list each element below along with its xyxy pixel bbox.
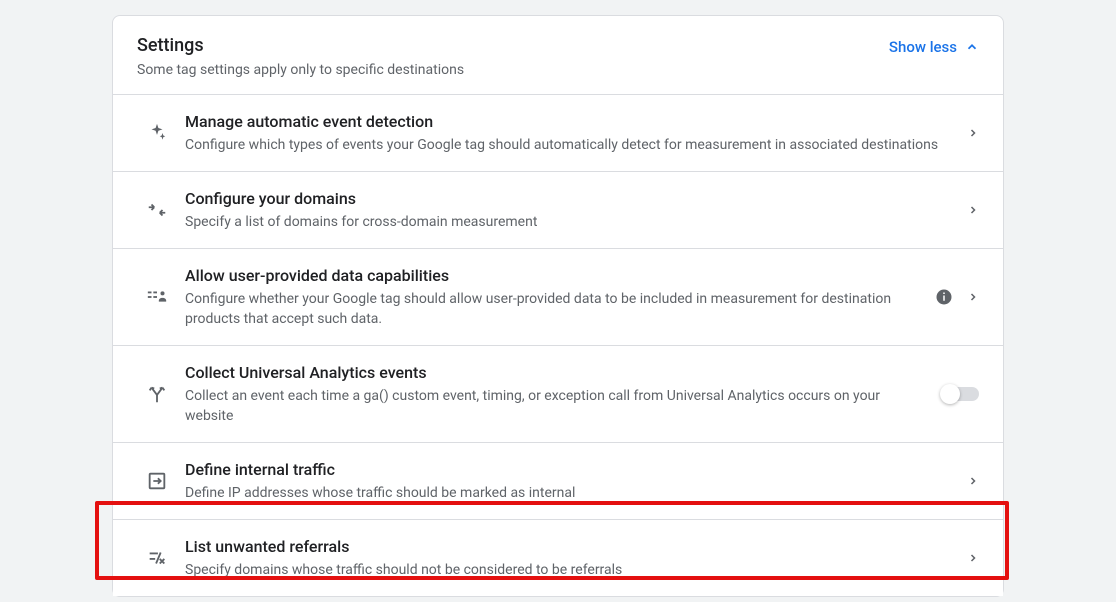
chevron-right-icon [967,201,979,219]
row-title: Collect Universal Analytics events [185,362,927,384]
row-internal-traffic[interactable]: Define internal traffic Define IP addres… [113,443,1003,520]
section-title: Settings [137,34,464,58]
info-icon[interactable] [935,288,953,306]
settings-header: Settings Some tag settings apply only to… [113,16,1003,95]
merge-arrows-icon [129,199,185,221]
row-text: Collect Universal Analytics events Colle… [185,362,943,426]
split-arrows-icon [129,383,185,405]
row-action [967,124,979,142]
row-desc: Configure whether your Google tag should… [185,289,919,329]
chevron-up-icon [965,40,979,54]
row-title: Manage automatic event detection [185,111,951,133]
row-desc: Specify domains whose traffic should not… [185,560,951,580]
row-desc: Specify a list of domains for cross-doma… [185,212,951,232]
row-domains[interactable]: Configure your domains Specify a list of… [113,172,1003,249]
row-action [943,387,979,401]
chevron-right-icon [967,472,979,490]
row-auto-event[interactable]: Manage automatic event detection Configu… [113,95,1003,172]
sparkle-icon [129,122,185,144]
data-list-user-icon [129,286,185,308]
row-text: Allow user-provided data capabilities Co… [185,265,935,329]
row-text: Manage automatic event detection Configu… [185,111,967,155]
enter-arrow-icon [129,470,185,492]
chevron-right-icon [967,288,979,306]
row-text: Define internal traffic Define IP addres… [185,459,967,503]
toggle-knob [940,384,960,404]
row-action [967,201,979,219]
row-action [935,288,979,306]
row-desc: Collect an event each time a ga() custom… [185,386,927,426]
row-title: Configure your domains [185,188,951,210]
row-text: Configure your domains Specify a list of… [185,188,967,232]
show-less-label: Show less [889,38,957,56]
row-action [967,472,979,490]
row-text: List unwanted referrals Specify domains … [185,536,967,580]
chevron-right-icon [967,549,979,567]
settings-card: Settings Some tag settings apply only to… [112,15,1004,597]
row-ua-events[interactable]: Collect Universal Analytics events Colle… [113,346,1003,443]
row-title: Allow user-provided data capabilities [185,265,919,287]
row-unwanted-referrals[interactable]: List unwanted referrals Specify domains … [113,520,1003,596]
settings-header-left: Settings Some tag settings apply only to… [137,34,464,80]
chevron-right-icon [967,124,979,142]
list-filter-x-icon [129,547,185,569]
row-title: Define internal traffic [185,459,951,481]
row-title: List unwanted referrals [185,536,951,558]
show-less-button[interactable]: Show less [889,34,979,56]
row-action [967,549,979,567]
row-user-data[interactable]: Allow user-provided data capabilities Co… [113,249,1003,346]
row-desc: Define IP addresses whose traffic should… [185,483,951,503]
section-subtitle: Some tag settings apply only to specific… [137,60,464,80]
row-desc: Configure which types of events your Goo… [185,135,951,155]
ua-events-toggle[interactable] [943,387,979,401]
